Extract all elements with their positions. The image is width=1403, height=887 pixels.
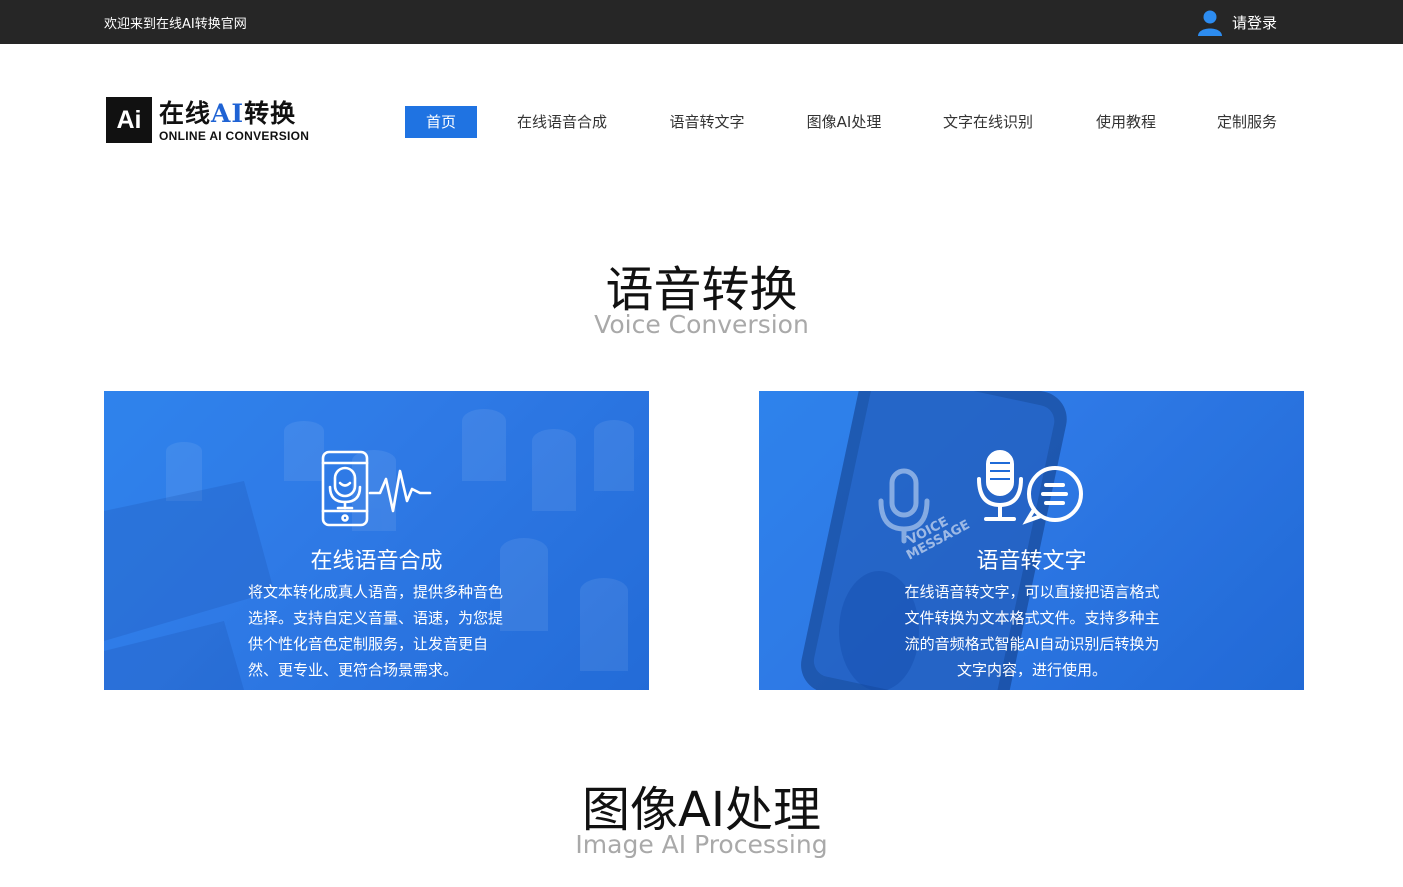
login-link[interactable]: 请登录 bbox=[1196, 8, 1277, 36]
nav-item-text-recognition[interactable]: 文字在线识别 bbox=[932, 106, 1044, 138]
welcome-text: 欢迎来到在线AI转换官网 bbox=[104, 17, 247, 32]
section-subtitle-image-ai: Image AI Processing bbox=[575, 830, 828, 859]
user-icon bbox=[1198, 10, 1222, 36]
nav-item-home[interactable]: 首页 bbox=[405, 106, 477, 138]
card-title: 语音转文字 bbox=[976, 549, 1087, 574]
card-description: 将文本转化成真人语音，提供多种音色选择。支持自定义音量、语速，为您提供个性化音色… bbox=[248, 583, 504, 679]
nav-item-custom-service[interactable]: 定制服务 bbox=[1206, 106, 1288, 138]
main-nav: 首页 在线语音合成 语音转文字 图像AI处理 文字在线识别 使用教程 定制服务 bbox=[0, 106, 1403, 138]
card-title: 在线语音合成 bbox=[310, 549, 443, 574]
login-label: 请登录 bbox=[1232, 13, 1278, 32]
nav-item-speech-synthesis[interactable]: 在线语音合成 bbox=[506, 106, 618, 138]
card-description: 在线语音转文字，可以直接把语言格式文件转换为文本格式文件。支持多种主流的音频格式… bbox=[904, 583, 1160, 679]
nav-item-tutorial[interactable]: 使用教程 bbox=[1085, 106, 1167, 138]
nav-item-image-ai[interactable]: 图像AI处理 bbox=[795, 106, 893, 138]
card-speech-synthesis[interactable]: 在线语音合成 将文本转化成真人语音，提供多种音色选择。支持自定义音量、语速，为您… bbox=[104, 391, 649, 690]
microphone-speech-bubble-icon bbox=[977, 450, 1083, 525]
section-subtitle-voice: Voice Conversion bbox=[594, 310, 809, 339]
phone-microphone-waveform-icon bbox=[321, 450, 432, 527]
card-speech-to-text[interactable]: VOICE MESSAGE 语音转文字 在线语音转文字，可以直接把语言格式文件转… bbox=[759, 391, 1304, 690]
top-bar: 欢迎来到在线AI转换官网 请登录 bbox=[0, 0, 1403, 44]
nav-item-speech-to-text[interactable]: 语音转文字 bbox=[658, 106, 756, 138]
